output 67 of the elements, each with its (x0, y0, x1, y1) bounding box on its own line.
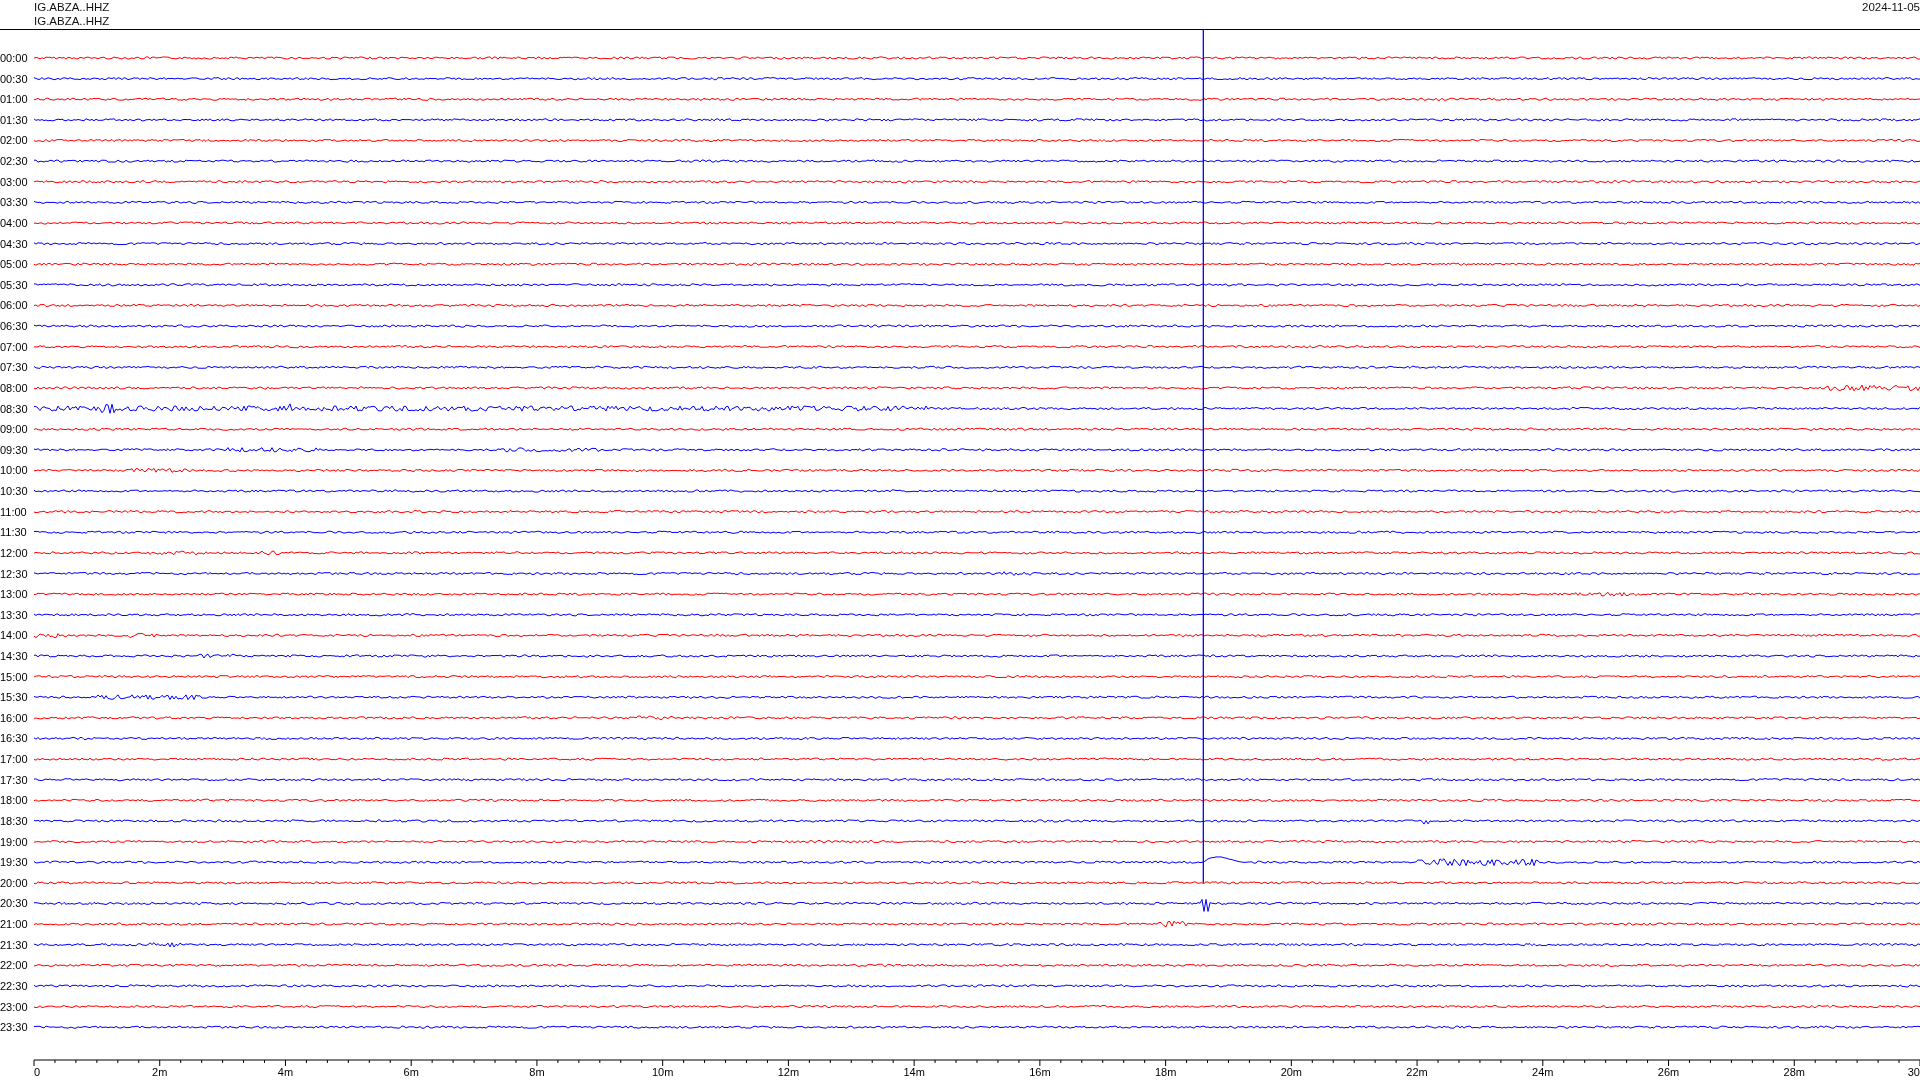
time-label: 18:30 (0, 814, 28, 827)
time-label: 02:30 (0, 155, 28, 168)
time-label: 23:30 (0, 1021, 28, 1034)
time-label: 16:30 (0, 732, 28, 745)
time-label: 21:00 (0, 918, 28, 931)
time-label: 04:00 (0, 216, 28, 229)
time-label: 22:00 (0, 959, 28, 972)
time-label: 01:00 (0, 93, 28, 106)
time-label: 02:00 (0, 134, 28, 147)
time-label: 09:30 (0, 443, 28, 456)
time-label: 06:30 (0, 320, 28, 333)
date-label: 2024-11-05 (1862, 0, 1920, 14)
axis-tick-label: 28m (1783, 1066, 1805, 1078)
time-label: 21:30 (0, 938, 28, 951)
time-label: 13:30 (0, 608, 28, 621)
time-label: 20:00 (0, 876, 28, 889)
time-label: 18:00 (0, 794, 28, 807)
time-label: 01:30 (0, 113, 28, 126)
time-label: 20:30 (0, 897, 28, 910)
time-label: 04:30 (0, 237, 28, 250)
time-label: 10:00 (0, 464, 28, 477)
time-label: 05:30 (0, 278, 28, 291)
time-label: 10:30 (0, 485, 28, 497)
time-label: 22:30 (0, 979, 28, 992)
axis-tick-label: 16m (1029, 1066, 1051, 1078)
time-label: 13:00 (0, 588, 28, 601)
time-label: 00:00 (0, 52, 28, 64)
axis-tick-label: 22m (1406, 1066, 1428, 1078)
time-label: 19:30 (0, 856, 28, 869)
time-label: 11:00 (0, 505, 27, 518)
axis-tick-label: 14m (903, 1066, 925, 1078)
axis-tick-label: 24m (1532, 1066, 1554, 1078)
time-label: 14:30 (0, 650, 28, 662)
time-label: 08:00 (0, 381, 28, 394)
time-label: 06:00 (0, 299, 28, 312)
time-label: 03:30 (0, 196, 28, 209)
time-label: 14:00 (0, 629, 28, 642)
time-label: 08:30 (0, 402, 28, 415)
axis-tick-label: 18m (1154, 1066, 1177, 1078)
axis-tick-label: 12m (777, 1066, 800, 1078)
time-label: 19:00 (0, 835, 28, 848)
axis-tick-label: 4m (277, 1066, 294, 1078)
time-label: 11:30 (0, 526, 27, 539)
axis-tick-label: 20m (1280, 1066, 1303, 1078)
time-label: 15:30 (0, 691, 28, 704)
time-label: 07:30 (0, 361, 28, 374)
time-label: 09:00 (0, 423, 28, 436)
time-label: 23:00 (0, 1000, 28, 1013)
axis-tick-label: 30 (1907, 1066, 1920, 1078)
axis-tick-label: 0 (34, 1066, 41, 1078)
time-label: 16:00 (0, 711, 28, 724)
time-label: 07:00 (0, 340, 28, 353)
axis-tick-label: 10m (651, 1066, 674, 1078)
time-label: 12:00 (0, 546, 28, 559)
axis-tick-label: 26m (1657, 1066, 1680, 1078)
time-label: 17:00 (0, 753, 28, 766)
station-label: IG.ABZA..HHZ (34, 14, 110, 28)
axis-tick-label: 2m (152, 1066, 168, 1078)
station-label: IG.ABZA..HHZ (34, 0, 110, 14)
time-label: 05:00 (0, 258, 28, 271)
axis-tick-label: 6m (403, 1066, 419, 1078)
axis-tick-label: 8m (529, 1066, 545, 1078)
time-label: 12:30 (0, 567, 28, 580)
time-label: 03:00 (0, 175, 28, 188)
time-label: 00:30 (0, 72, 28, 85)
time-label: 17:30 (0, 773, 28, 786)
time-label: 15:00 (0, 670, 28, 683)
